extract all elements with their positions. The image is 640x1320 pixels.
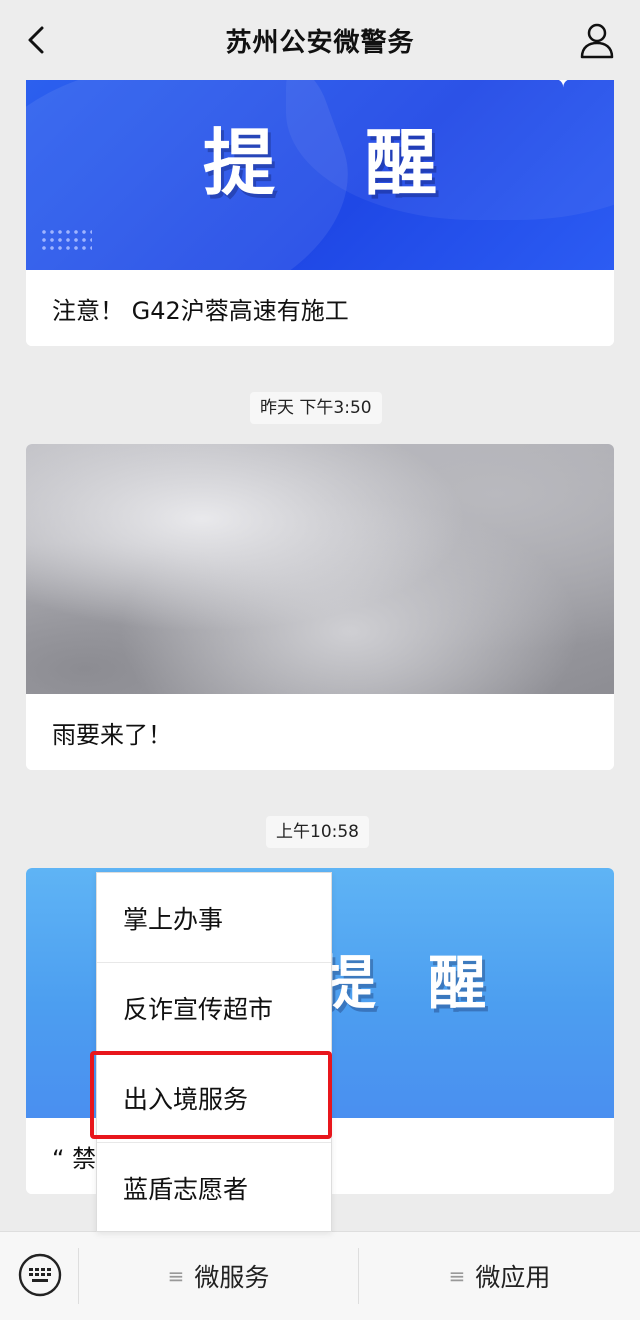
- menu-item-mobile-affairs[interactable]: 掌上办事: [97, 873, 331, 963]
- article-title: 雨要来了！: [26, 694, 614, 770]
- cloudy-sky-image: [26, 444, 614, 694]
- timestamp: 昨天 下午3:50: [250, 392, 382, 424]
- menu-micro-app[interactable]: ≡ 微应用: [359, 1232, 640, 1320]
- highlight-box: [90, 1051, 332, 1139]
- menu-label: 微服务: [194, 1263, 270, 1292]
- user-profile-icon[interactable]: [578, 20, 616, 60]
- menu-micro-service[interactable]: ≡ 微服务: [79, 1232, 358, 1320]
- menu-item-blue-shield-volunteer[interactable]: 蓝盾志愿者: [97, 1143, 331, 1232]
- page-title: 苏州公安微警务: [225, 27, 415, 58]
- menu-item-anti-fraud-market[interactable]: 反诈宣传超市: [97, 963, 331, 1053]
- top-navigation-bar: 苏州公安微警务: [0, 0, 640, 80]
- article-card-rain[interactable]: 雨要来了！: [26, 444, 614, 770]
- chevron-left-icon[interactable]: [20, 22, 56, 58]
- keyboard-icon[interactable]: [18, 1253, 62, 1297]
- menu-lines-icon: ≡: [167, 1264, 185, 1288]
- article-title: 注意！ G42沪蓉高速有施工: [26, 270, 614, 346]
- dot-pattern: [40, 228, 92, 254]
- timestamp: 上午10:58: [266, 816, 369, 848]
- banner-heading: 提醒: [202, 121, 527, 205]
- article-card-construction[interactable]: 提醒 ✦ 注意！ G42沪蓉高速有施工: [26, 40, 614, 346]
- bottom-menu-bar: ≡ 微服务 ≡ 微应用: [0, 1231, 640, 1320]
- menu-lines-icon: ≡: [448, 1264, 466, 1288]
- menu-label: 微应用: [475, 1263, 551, 1292]
